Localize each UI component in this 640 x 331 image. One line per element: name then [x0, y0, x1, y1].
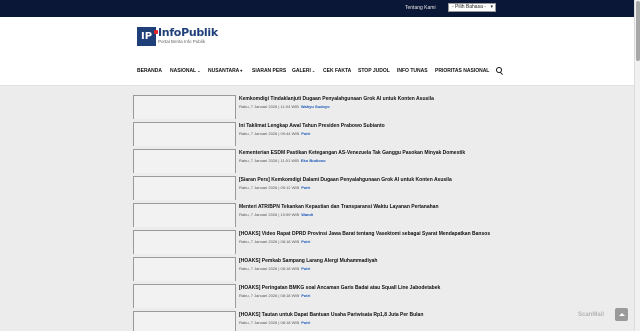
- list-item[interactable]: Kemkomdigi Tindaklanjuti Dugaan Penyalah…: [133, 93, 513, 119]
- scrollbar-thumb[interactable]: [636, 1, 640, 61]
- nav-label: GALERI: [292, 68, 311, 74]
- article-date: Rabu, 7 Januari 2026 | 11:04 WIB: [239, 104, 299, 109]
- article-title[interactable]: [HOAKS] Tautan untuk Dapat Bantuan Usaha…: [239, 312, 423, 318]
- article-thumbnail[interactable]: [133, 203, 236, 227]
- list-item[interactable]: [HOAKS] Pemkab Sampang Larang Alergi Muh…: [133, 255, 513, 281]
- nav-siaran-pers[interactable]: SIARAN PERS: [252, 68, 286, 74]
- article-author[interactable]: Putri: [301, 131, 310, 136]
- nav-label: SIARAN PERS: [252, 68, 287, 74]
- article-title[interactable]: [HOAKS] Pemkab Sampang Larang Alergi Muh…: [239, 258, 377, 264]
- nav-label: NUSANTARA: [208, 68, 240, 74]
- watermark: ScanMail: [578, 312, 605, 318]
- article-title[interactable]: Kementerian ESDM Pastikan Ketegangan AS-…: [239, 150, 465, 156]
- nav-label: NASIONAL: [170, 68, 197, 74]
- article-date: Rabu, 7 Januari 2026 | 08:18 WIB: [239, 293, 300, 298]
- article-thumbnail[interactable]: [133, 95, 236, 119]
- article-title[interactable]: [Siaran Pers] Kemkomdigi Dalami Dugaan P…: [239, 177, 452, 183]
- article-meta: Rabu, 7 Januari 2026 | 11:04 WIB Wahyu Su…: [239, 104, 330, 109]
- article-thumbnail[interactable]: [133, 311, 236, 331]
- article-date: Rabu, 7 Januari 2026 | 11:01 WIB: [239, 158, 299, 163]
- nav-label: INFO TUNAS: [397, 68, 428, 74]
- list-item[interactable]: Ini Taklimat Lengkap Awal Tahun Presiden…: [133, 120, 513, 146]
- nav-beranda[interactable]: BERANDA: [137, 68, 162, 74]
- chevron-down-icon: ▾: [240, 68, 243, 73]
- nav-stop-judol[interactable]: STOP JUDOL: [358, 68, 390, 74]
- article-author[interactable]: Wandi: [301, 212, 313, 217]
- article-date: Rabu, 7 Januari 2026 | 09:12 WIB: [239, 185, 300, 190]
- article-author[interactable]: Eko Budiono: [301, 158, 326, 163]
- article-title[interactable]: [HOAKS] Video Rapat DPRD Provinsi Jawa B…: [239, 231, 490, 237]
- article-meta: Rabu, 7 Januari 2026 | 08:18 WIB Putri: [239, 239, 310, 244]
- language-select-value: - Pilih Bahasa -: [452, 4, 486, 10]
- article-thumbnail[interactable]: [133, 230, 236, 254]
- nav-nasional[interactable]: NASIONAL⌄: [170, 68, 200, 74]
- chevron-down-icon: ⌄: [197, 68, 201, 73]
- list-item[interactable]: [HOAKS] Tautan untuk Dapat Bantuan Usaha…: [133, 309, 513, 331]
- logo-mark: IP: [137, 27, 158, 46]
- article-meta: Rabu, 7 Januari 2026 | 08:18 WIB Putri: [239, 293, 310, 298]
- chevron-down-icon: ▾: [490, 4, 493, 10]
- language-select[interactable]: - Pilih Bahasa - ▾: [448, 3, 496, 12]
- article-meta: Rabu, 7 Januari 2026 | 09:44 WIB Putri: [239, 131, 310, 136]
- article-meta: Rabu, 7 Januari 2026 | 09:12 WIB Putri: [239, 185, 310, 190]
- list-item[interactable]: [HOAKS] Video Rapat DPRD Provinsi Jawa B…: [133, 228, 513, 254]
- article-title[interactable]: Ini Taklimat Lengkap Awal Tahun Presiden…: [239, 123, 385, 129]
- nav-galeri[interactable]: GALERI⌄: [292, 68, 315, 74]
- nav-label: PRIORITAS NASIONAL: [435, 68, 490, 74]
- article-thumbnail[interactable]: [133, 122, 236, 146]
- article-thumbnail[interactable]: [133, 149, 236, 173]
- list-item[interactable]: [Siaran Pers] Kemkomdigi Dalami Dugaan P…: [133, 174, 513, 200]
- article-thumbnail[interactable]: [133, 176, 236, 200]
- article-date: Rabu, 7 Januari 2026 | 08:18 WIB: [239, 239, 300, 244]
- article-meta: Rabu, 7 Januari 2026 | 11:01 WIB Eko Budi…: [239, 158, 326, 163]
- nav-prioritas-nasional[interactable]: PRIORITAS NASIONAL: [435, 68, 489, 74]
- back-to-top-icon[interactable]: [615, 308, 628, 321]
- list-item[interactable]: Kementerian ESDM Pastikan Ketegangan AS-…: [133, 147, 513, 173]
- nav-label: BERANDA: [137, 68, 162, 74]
- article-author[interactable]: Putri: [301, 266, 310, 271]
- article-meta: Rabu, 7 Januari 2026 | 08:18 WIB Putri: [239, 320, 310, 325]
- article-date: Rabu, 7 Januari 2026 | 09:44 WIB: [239, 131, 300, 136]
- site-logo[interactable]: IP InfoPublik Portal Berita Info Publik: [137, 26, 218, 49]
- nav-nusantara[interactable]: NUSANTARA▾: [208, 68, 242, 74]
- search-icon[interactable]: [496, 67, 502, 73]
- article-date: Rabu, 7 Januari 2026 | 08:18 WIB: [239, 266, 300, 271]
- article-author[interactable]: Putri: [301, 239, 310, 244]
- article-thumbnail[interactable]: [133, 257, 236, 281]
- list-item[interactable]: [HOAKS] Peringatan BMKG soal Ancaman Gar…: [133, 282, 513, 308]
- article-meta: Rabu, 7 Januari 2026 | 08:18 WIB Putri: [239, 266, 310, 271]
- article-author[interactable]: Putri: [301, 185, 310, 190]
- nav-info-tunas[interactable]: INFO TUNAS: [397, 68, 428, 74]
- article-date: Rabu, 7 Januari 2026 | 08:18 WIB: [239, 320, 300, 325]
- about-link[interactable]: Tentang Kami: [405, 5, 436, 11]
- nav-cek-fakta[interactable]: CEK FAKTA: [323, 68, 351, 74]
- top-bar: Tentang Kami - Pilih Bahasa - ▾: [0, 0, 634, 17]
- list-item[interactable]: Menteri ATR/BPN Tekankan Kepastian dan T…: [133, 201, 513, 227]
- article-title[interactable]: Menteri ATR/BPN Tekankan Kepastian dan T…: [239, 204, 439, 210]
- article-date: Rabu, 7 Januari 2026 | 10:59 WIB: [239, 212, 300, 217]
- nav-label: CEK FAKTA: [323, 68, 352, 74]
- article-author[interactable]: Wahyu Sudoyo: [301, 104, 330, 109]
- article-title[interactable]: Kemkomdigi Tindaklanjuti Dugaan Penyalah…: [239, 96, 434, 102]
- nav-label: STOP JUDOL: [358, 68, 390, 74]
- article-meta: Rabu, 7 Januari 2026 | 10:59 WIB Wandi: [239, 212, 313, 217]
- chevron-down-icon: ⌄: [311, 68, 316, 73]
- article-title[interactable]: [HOAKS] Peringatan BMKG soal Ancaman Gar…: [239, 285, 440, 291]
- article-author[interactable]: Putri: [301, 320, 310, 325]
- logo-name: InfoPublik: [158, 26, 218, 39]
- logo-tagline: Portal Berita Info Publik: [158, 39, 206, 44]
- article-author[interactable]: Putri: [301, 293, 310, 298]
- site-header: IP InfoPublik Portal Berita Info Publik …: [0, 17, 634, 86]
- article-thumbnail[interactable]: [133, 284, 236, 308]
- page-scrollbar[interactable]: [634, 0, 640, 331]
